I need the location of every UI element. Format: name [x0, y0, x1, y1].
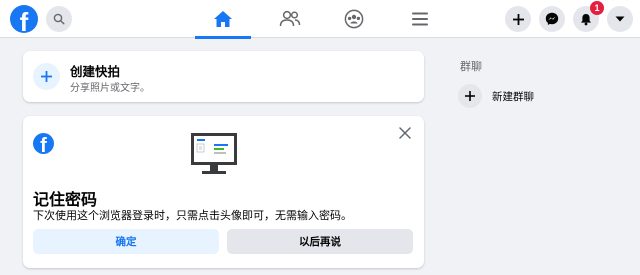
caret-down-icon — [615, 16, 625, 22]
tab-home[interactable] — [195, 0, 251, 39]
plus-icon — [512, 13, 524, 25]
close-icon — [399, 127, 411, 139]
plus-icon — [41, 71, 52, 82]
notification-badge: 1 — [590, 1, 604, 15]
account-menu-button[interactable] — [607, 6, 633, 32]
new-group-plus[interactable] — [458, 84, 482, 108]
save-password-card: f 记住密码 下次使用这个浏览器登录时，只需点击头像即可，无需输入密码。 确定 … — [23, 116, 424, 268]
create-story-subtitle: 分享照片或文字。 — [70, 83, 150, 94]
new-group-chat-label: 新建群聊 — [492, 91, 534, 103]
tab-menu[interactable] — [392, 0, 448, 38]
group-chats-heading: 群聊 — [460, 60, 482, 73]
create-story-plus-button[interactable] — [33, 63, 60, 90]
facebook-logo[interactable]: f — [10, 5, 38, 33]
home-icon — [214, 11, 232, 27]
messenger-button[interactable] — [539, 6, 565, 32]
not-now-button[interactable]: 以后再说 — [227, 229, 413, 254]
menu-icon — [412, 12, 428, 26]
bell-icon — [581, 13, 591, 25]
create-button[interactable] — [505, 6, 531, 32]
top-nav-bar: f 1 — [0, 0, 640, 39]
tab-groups[interactable] — [326, 0, 382, 38]
create-story-title: 创建快拍 — [70, 64, 121, 79]
search-icon — [53, 13, 65, 25]
messenger-icon — [545, 12, 559, 25]
create-story-card[interactable]: 创建快拍 分享照片或文字。 — [23, 51, 424, 102]
tab-friends[interactable] — [262, 0, 318, 38]
save-password-description: 下次使用这个浏览器登录时，只需点击头像即可，无需输入密码。 — [33, 209, 352, 222]
plus-icon — [465, 91, 475, 101]
new-group-chat-button[interactable]: 新建群聊 — [458, 84, 578, 108]
monitor-illustration — [191, 133, 237, 174]
close-button[interactable] — [397, 125, 413, 141]
friends-icon — [279, 10, 301, 27]
search-button[interactable] — [46, 6, 72, 32]
groups-icon — [344, 9, 364, 29]
facebook-logo-small: f — [33, 133, 54, 154]
confirm-button[interactable]: 确定 — [33, 229, 219, 254]
